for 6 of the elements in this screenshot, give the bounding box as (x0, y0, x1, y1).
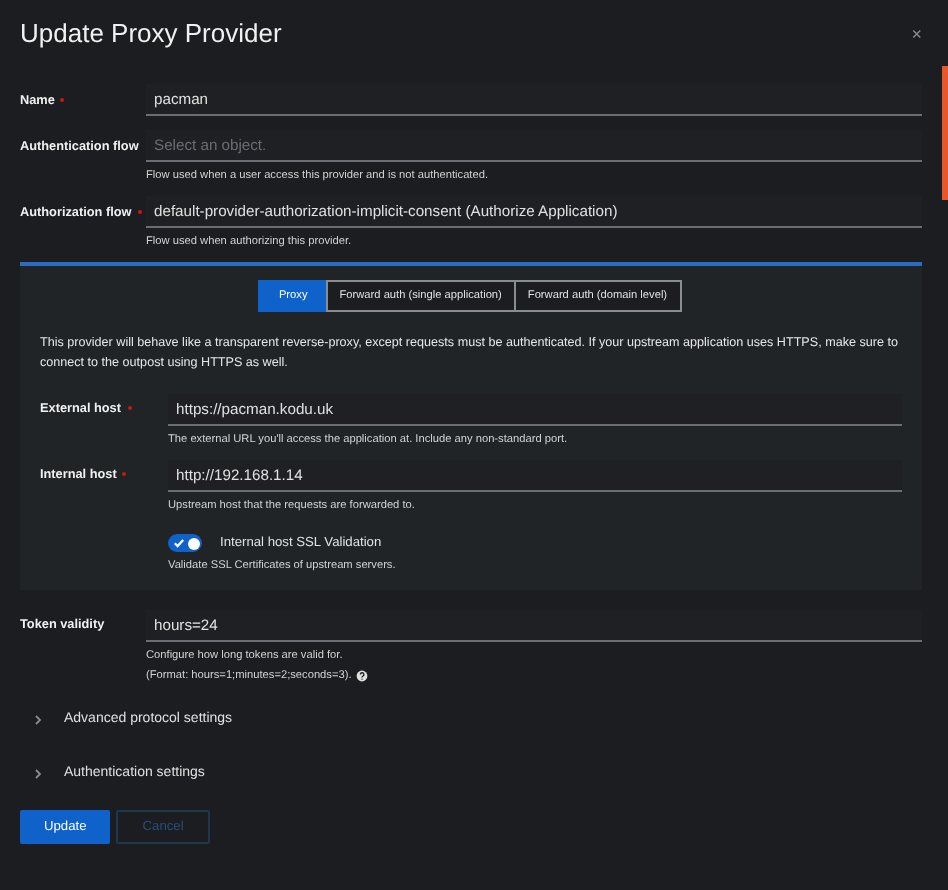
close-button[interactable]: × (911, 23, 922, 43)
modal-title: Update Proxy Provider (20, 18, 282, 48)
check-icon (172, 536, 186, 550)
toggle-switch[interactable] (168, 534, 202, 552)
scrollbar[interactable] (942, 66, 948, 200)
help-icon[interactable] (355, 669, 368, 681)
